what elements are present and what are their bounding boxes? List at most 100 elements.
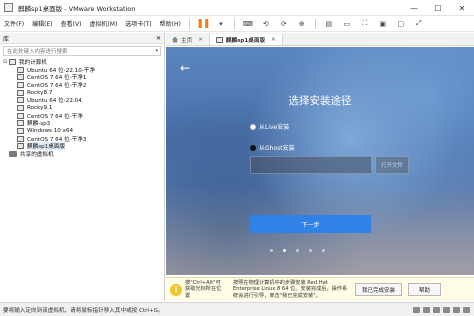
library-search-input[interactable]: 在此处键入内容进行搜索 ▾: [3, 46, 161, 56]
tab-close-icon[interactable]: ✕: [198, 37, 203, 43]
pause-dropdown-icon[interactable]: ▾: [215, 18, 227, 29]
step-dot: [270, 249, 273, 252]
vm-list-item[interactable]: Rocky9.1: [3, 104, 164, 112]
next-button[interactable]: 下一步: [250, 215, 371, 233]
install-method-title: 选择安装途径: [288, 95, 352, 107]
thumbnail-bar-icon[interactable]: ▭: [341, 18, 353, 29]
radio-unselected-icon[interactable]: [250, 144, 256, 151]
step-dot: [322, 249, 325, 252]
full-screen-icon[interactable]: ⛶: [359, 18, 371, 29]
shared-vms-label: 共享的虚拟机: [20, 152, 54, 159]
open-file-button[interactable]: 打开文件: [375, 156, 409, 174]
vm-label: Rocky9.1: [27, 104, 53, 111]
tab-home[interactable]: 主页 ✕: [166, 34, 210, 45]
show-library-icon[interactable]: ▤: [323, 18, 335, 29]
menu-bar: 文件(F) 编辑(E) 查看(V) 虚拟机(M) 选项卡(T) 帮助(H) ❚❚…: [0, 16, 474, 32]
vm-list-item[interactable]: CentOS 7 64 位-干净1: [3, 73, 164, 81]
tab-close-icon[interactable]: ✕: [271, 37, 276, 43]
usb-icon[interactable]: [443, 306, 450, 313]
help-button[interactable]: 帮助: [408, 283, 442, 296]
status-bar: 要将输入定向到该虚拟机，请将鼠标指针移入其中或按 Ctrl+G。: [0, 302, 474, 316]
menu-view[interactable]: 查看(V): [57, 19, 86, 28]
tree-shared-vms[interactable]: 共享的虚拟机: [3, 150, 164, 158]
unity-icon[interactable]: ▣: [377, 18, 389, 29]
cursor-hint-text: 按"Ctrl+Alt"可获取光标所在位置: [185, 279, 222, 299]
revert-snapshot-icon[interactable]: ⟳: [278, 18, 290, 29]
tab-label: 主页: [181, 37, 193, 44]
vm-icon: [17, 81, 24, 88]
search-dropdown-icon[interactable]: ▾: [155, 48, 158, 54]
vm-list-item[interactable]: Rocky8.7: [3, 89, 164, 97]
send-ctrl-alt-del-icon[interactable]: ⌨: [242, 18, 254, 29]
menu-file[interactable]: 文件(F): [0, 19, 28, 28]
tab-bar: 主页 ✕ 麒麟sp1桌面版 ✕: [166, 33, 474, 46]
radio-selected-icon[interactable]: [250, 123, 256, 130]
minimize-button[interactable]: —: [402, 0, 426, 16]
option-live-radio[interactable]: 从Live安装: [250, 122, 289, 131]
hdd-icon[interactable]: [413, 306, 420, 313]
library-close-icon[interactable]: ✕: [156, 35, 161, 42]
device-icons: [413, 306, 470, 313]
vm-icon: [17, 120, 24, 127]
menu-edit[interactable]: 编辑(E): [28, 19, 56, 28]
shared-folder-icon: [9, 151, 17, 158]
vm-label: 麒麟-sp3: [27, 121, 51, 128]
title-bar: 麒麟sp1桌面版 - VMware Workstation — ☐ ✕: [0, 0, 474, 16]
library-header: 库 ✕: [0, 33, 164, 44]
vm-label: Rocky8.7: [27, 89, 53, 96]
step-dot: [309, 249, 312, 252]
cdrom-icon[interactable]: [423, 306, 430, 313]
tab-vm[interactable]: 麒麟sp1桌面版 ✕: [209, 34, 283, 45]
vm-label: Windows 10 x64: [27, 128, 74, 135]
vm-list-item-selected[interactable]: 麒麟sp1桌面版: [3, 142, 164, 151]
vm-icon: [17, 66, 24, 73]
option-ghost-label: 从Ghost安装: [259, 145, 295, 152]
tree-root-my-computer[interactable]: ⊟ 我的计算机: [3, 58, 164, 66]
menu-tabs[interactable]: 选项卡(T): [121, 19, 155, 28]
display-icon[interactable]: [463, 306, 470, 313]
toolbar-separator: [188, 18, 190, 29]
snapshot-icon[interactable]: ⟲: [260, 18, 272, 29]
vm-list-item[interactable]: Ubuntu 64 位-22.04: [3, 96, 164, 104]
image-path-input[interactable]: [250, 156, 372, 174]
snapshot-manager-icon[interactable]: ⊕: [296, 18, 308, 29]
vm-icon: [215, 36, 223, 43]
back-arrow-icon[interactable]: ←: [180, 61, 190, 75]
computer-icon: [9, 58, 16, 65]
network-icon[interactable]: [433, 306, 440, 313]
menu-vm[interactable]: 虚拟机(M): [85, 19, 121, 28]
vm-icon: [17, 89, 24, 96]
installation-complete-button[interactable]: 我已完成安装: [355, 283, 403, 296]
vm-list-item[interactable]: Windows 10 x64: [3, 127, 164, 135]
vm-list-item[interactable]: CentOS 7 64 位-干净2: [3, 81, 164, 89]
vm-running-icon: [17, 143, 24, 150]
status-text: 要将输入定向到该虚拟机，请将鼠标指针移入其中或按 Ctrl+G。: [3, 307, 164, 314]
vm-list-item[interactable]: CentOS 7 64 位-干净: [3, 112, 164, 120]
vm-list-item[interactable]: Ubuntu 64 位-22.10-干净: [3, 66, 164, 74]
vm-label: Ubuntu 64 位-22.04: [27, 98, 82, 105]
step-dot-active: [283, 249, 286, 252]
home-icon: [172, 36, 178, 43]
sound-icon[interactable]: [453, 306, 460, 313]
vm-icon: [17, 128, 24, 135]
vm-icon: [17, 104, 24, 111]
vm-list-item[interactable]: CentOS 7 64 位-干净3: [3, 135, 164, 143]
install-notification-bar: i 按"Ctrl+Alt"可获取光标所在位置 按照在物理计算机中的步骤安装 Re…: [166, 277, 474, 301]
menu-help[interactable]: 帮助(H): [156, 19, 185, 28]
close-window-button[interactable]: ✕: [450, 0, 474, 16]
tab-label: 麒麟sp1桌面版: [225, 37, 266, 44]
window-title: 麒麟sp1桌面版 - VMware Workstation: [18, 4, 136, 13]
vm-label: CentOS 7 64 位-干净2: [27, 82, 87, 89]
maximize-button[interactable]: ☐: [426, 0, 450, 16]
console-view-icon[interactable]: ▢: [395, 18, 407, 29]
option-ghost-radio[interactable]: 从Ghost安装: [250, 143, 295, 152]
library-title: 库: [3, 35, 10, 43]
stretch-guest-icon[interactable]: ⤢: [413, 18, 425, 29]
vmware-app-icon: [4, 3, 13, 12]
toolbar-separator: [314, 18, 316, 29]
pause-icon[interactable]: ❚❚: [196, 18, 210, 29]
vm-icon: [17, 97, 24, 104]
vm-list-item[interactable]: 麒麟-sp3: [3, 120, 164, 128]
vm-console-screen[interactable]: ← 选择安装途径 从Live安装 从Ghost安装 打开文件 下一步: [166, 47, 474, 275]
toolbar-separator: [233, 18, 235, 29]
